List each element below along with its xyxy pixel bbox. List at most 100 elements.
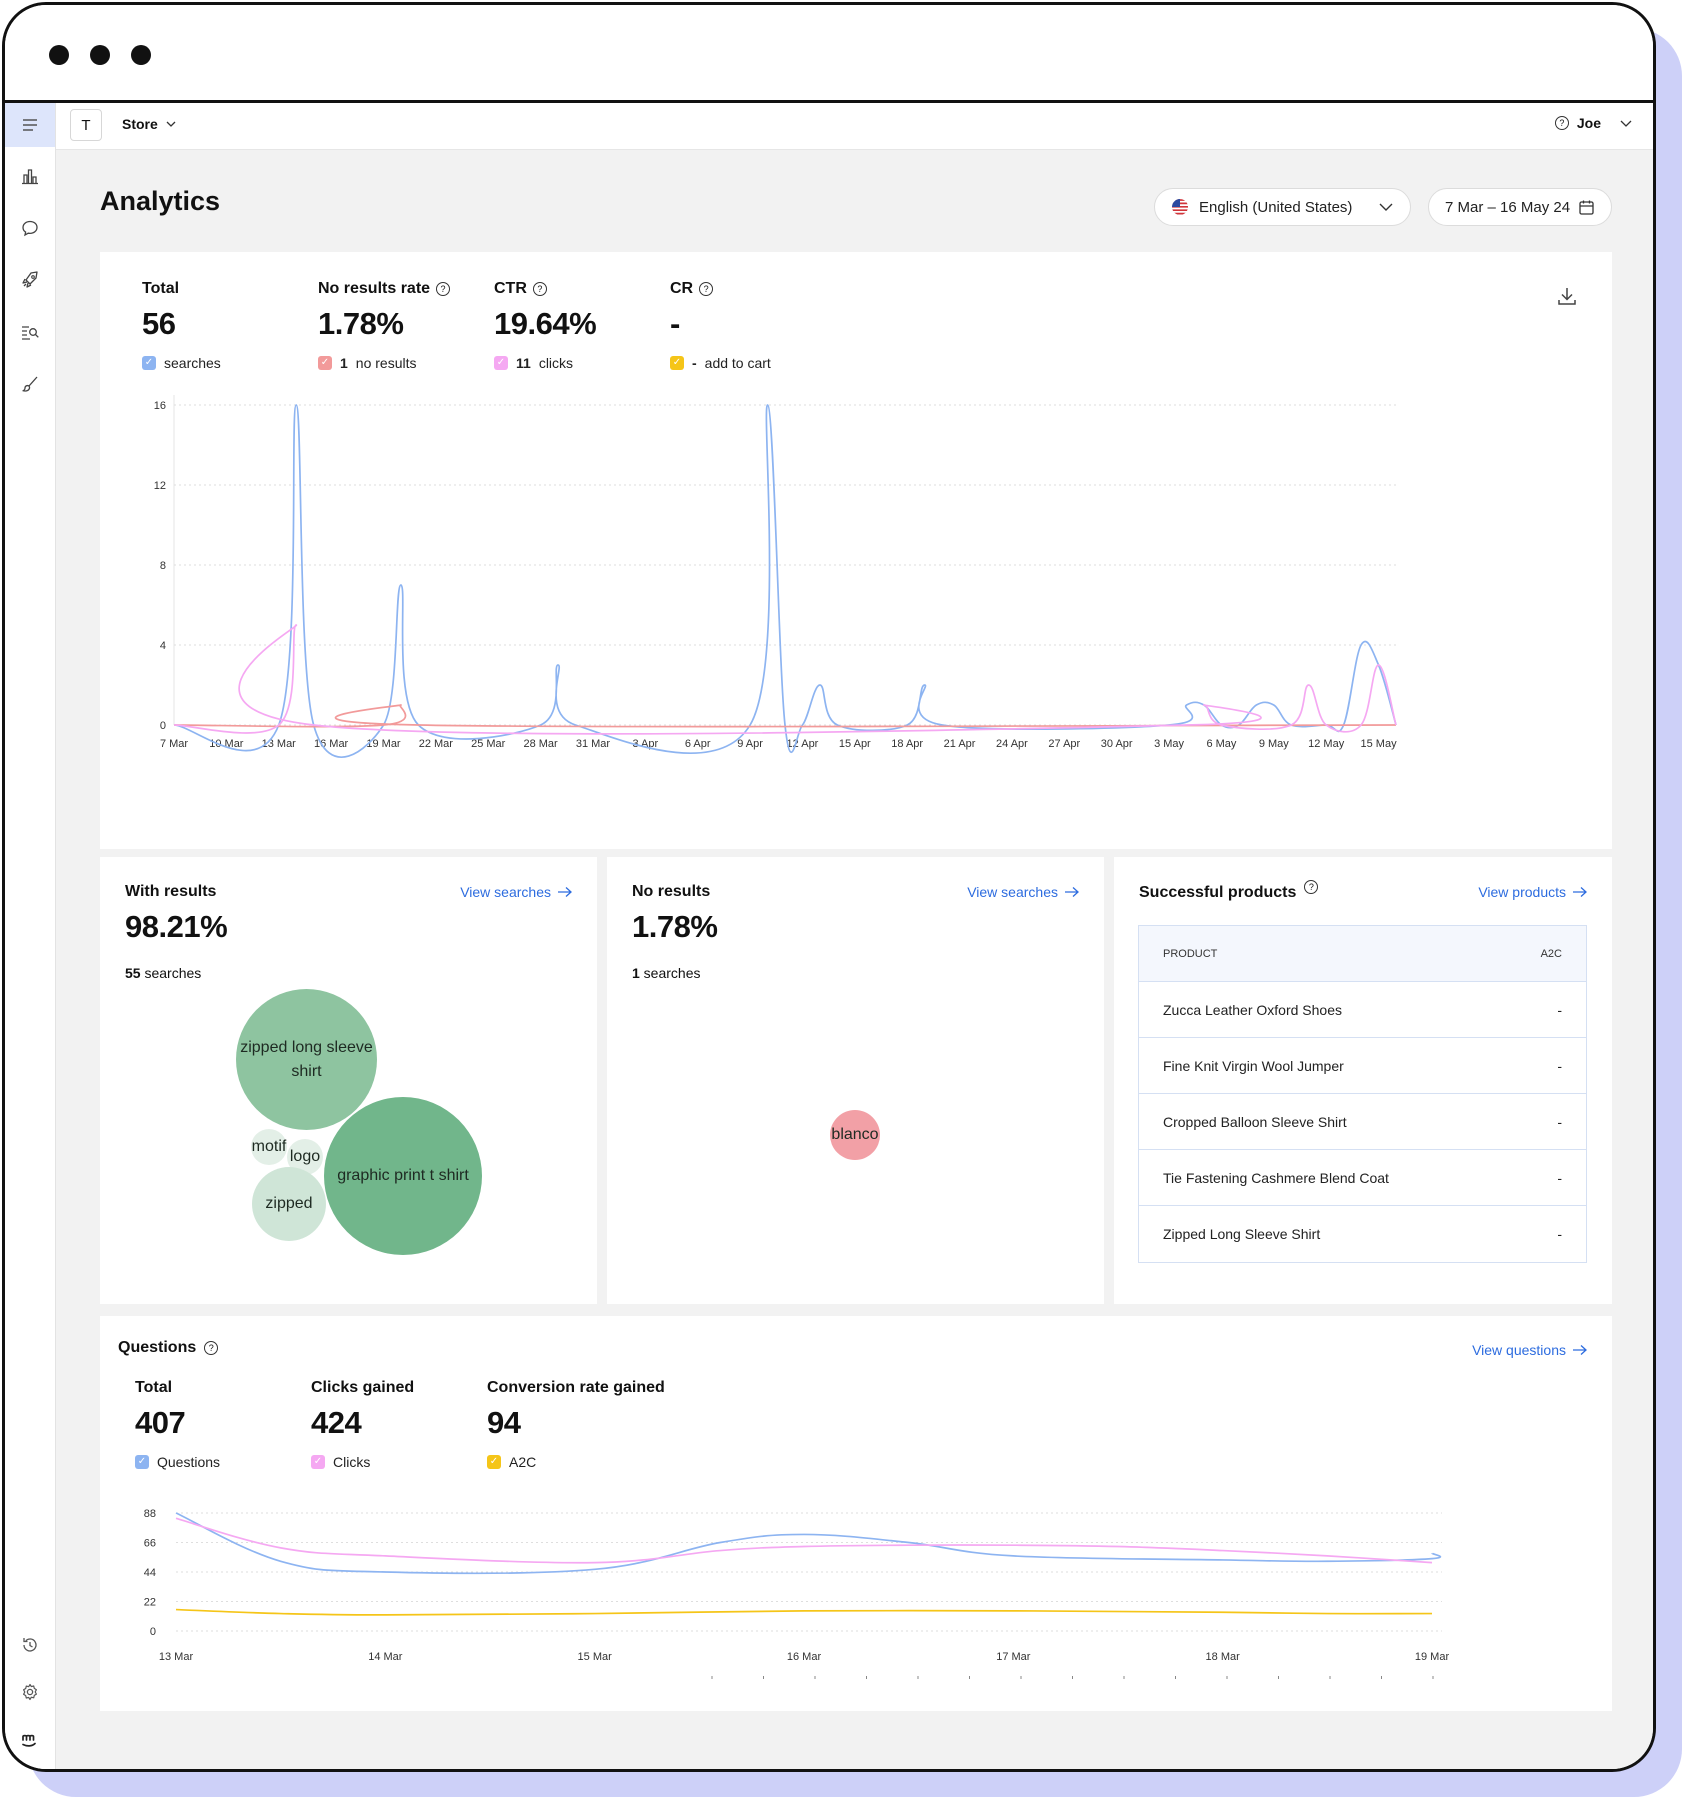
store-selector[interactable]: Store	[122, 116, 177, 132]
page-title: Analytics	[100, 186, 221, 216]
x-tick-label: 15 Apr	[839, 738, 871, 750]
product-name: Zipped Long Sleeve Shirt	[1163, 1226, 1321, 1242]
product-name: Zucca Leather Oxford Shoes	[1163, 1001, 1342, 1018]
view-searches-link[interactable]: View searches	[460, 884, 573, 900]
x-tick-label: 13 Mar	[159, 1651, 194, 1663]
x-tick-label: 9 Apr	[737, 738, 763, 750]
us-flag-icon	[1172, 199, 1188, 215]
gear-icon	[23, 1683, 37, 1701]
sidebar	[5, 103, 56, 1769]
x-tick-label: 17 Mar	[996, 1651, 1031, 1663]
help-icon[interactable]: ?	[1554, 116, 1569, 130]
card-title: Successful products	[1139, 884, 1297, 901]
x-tick-label: 16 Mar	[787, 1651, 822, 1663]
store-badge[interactable]: T	[70, 109, 102, 141]
product-a2c: -	[1557, 1226, 1562, 1242]
bubble-search-term[interactable]: blanco	[830, 1110, 880, 1160]
sidebar-item-search-insights[interactable]	[5, 310, 55, 354]
x-tick-label: 21 Apr	[944, 738, 976, 750]
brand-logo	[5, 1717, 55, 1761]
calendar-icon	[1579, 200, 1594, 215]
x-tick-label: 6 May	[1206, 738, 1236, 750]
x-tick-label: 12 May	[1308, 738, 1345, 750]
no-results-card: No results View searches 1.78% 1 searche…	[607, 857, 1104, 1304]
sidebar-item-design[interactable]	[5, 362, 55, 406]
card-count: 1	[632, 965, 640, 981]
table-row[interactable]: Zucca Leather Oxford Shoes -	[1139, 982, 1586, 1038]
y-tick-label: 88	[144, 1508, 156, 1520]
brush-icon	[22, 376, 38, 392]
card-count: 55	[125, 965, 141, 981]
y-tick-label: 4	[160, 640, 166, 652]
column-header-product[interactable]: PRODUCT	[1163, 948, 1217, 960]
arrow-right-icon	[1573, 887, 1587, 897]
table-row[interactable]: Zipped Long Sleeve Shirt -	[1139, 1206, 1586, 1262]
language-selector[interactable]: English (United States)	[1154, 188, 1411, 226]
bubble-search-term[interactable]: zipped	[252, 1167, 326, 1241]
view-products-link[interactable]: View products	[1478, 884, 1588, 900]
questions-card: Questions ? View questions Total 407 ✓ Q…	[100, 1316, 1612, 1711]
sidebar-item-questions[interactable]	[5, 206, 55, 250]
app-window: T Store ? Joe Analytics English (United …	[2, 2, 1656, 1772]
x-tick-label: 15 Mar	[578, 1651, 613, 1663]
y-tick-label: 0	[160, 720, 166, 732]
brand-logo-icon	[22, 1734, 36, 1747]
searches-overview-card: Total 56 ✓ searches No results rate ? 1.…	[100, 252, 1612, 849]
x-tick-label: 28 Mar	[523, 738, 558, 750]
x-tick-label: 15 May	[1361, 738, 1398, 750]
questions-line-chart: 0 22 44 66 88 13 Mar 14 Mar 15 Mar 16 Mar 17 Mar 1…	[144, 1508, 1449, 1679]
product-a2c: -	[1557, 1169, 1562, 1186]
product-name: Cropped Balloon Sleeve Shirt	[1163, 1113, 1347, 1130]
y-tick-label: 22	[144, 1597, 156, 1609]
x-tick-label: 18 Mar	[1206, 1651, 1241, 1663]
table-row[interactable]: Fine Knit Virgin Wool Jumper -	[1139, 1038, 1586, 1094]
column-header-a2c[interactable]: A2C	[1541, 948, 1562, 960]
product-a2c: -	[1557, 1001, 1562, 1018]
y-tick-label: 8	[160, 560, 166, 572]
table-row[interactable]: Cropped Balloon Sleeve Shirt -	[1139, 1094, 1586, 1150]
arrow-right-icon	[558, 887, 572, 897]
link-label: View searches	[460, 884, 551, 900]
product-a2c: -	[1557, 1057, 1562, 1074]
window-control-maximize[interactable]	[131, 45, 151, 65]
date-range-picker[interactable]: 7 Mar – 16 May 24	[1428, 188, 1612, 226]
product-name: Fine Knit Virgin Wool Jumper	[1163, 1057, 1344, 1074]
sidebar-item-history[interactable]	[5, 1623, 55, 1667]
sidebar-item-boost[interactable]	[5, 258, 55, 302]
history-icon	[23, 1638, 37, 1652]
view-searches-link[interactable]: View searches	[967, 884, 1080, 900]
chevron-down-icon	[166, 121, 176, 127]
date-range-label: 7 Mar – 16 May 24	[1445, 198, 1571, 216]
sidebar-item-settings[interactable]	[5, 1670, 55, 1714]
x-tick-label: 7 Mar	[160, 738, 188, 750]
bubble-search-term[interactable]: graphic print t shirt	[324, 1097, 482, 1255]
x-tick-label: 31 Mar	[576, 738, 611, 750]
bubble-search-term[interactable]: zipped long sleeve shirt	[236, 989, 377, 1130]
x-tick-label: 22 Mar	[419, 738, 454, 750]
window-control-close[interactable]	[49, 45, 69, 65]
card-count-row: 1 searches	[632, 965, 701, 981]
x-tick-label: 14 Mar	[368, 1651, 403, 1663]
x-tick-label: 30 Apr	[1101, 738, 1133, 750]
chevron-down-icon	[1620, 120, 1632, 127]
table-row[interactable]: Tie Fastening Cashmere Blend Coat -	[1139, 1150, 1586, 1206]
card-count-row: 55 searches	[125, 965, 201, 981]
user-menu[interactable]: ? Joe	[1554, 115, 1633, 131]
y-tick-label: 12	[154, 480, 166, 492]
arrow-right-icon	[1065, 887, 1079, 897]
y-tick-label: 16	[154, 400, 166, 412]
sidebar-item-analytics[interactable]	[5, 154, 55, 198]
chat-bubble-icon	[22, 220, 38, 237]
window-control-minimize[interactable]	[90, 45, 110, 65]
search-list-icon	[22, 326, 39, 340]
series-line	[173, 404, 1397, 758]
bubble-search-term[interactable]: motif	[251, 1129, 287, 1165]
user-name: Joe	[1576, 115, 1601, 131]
successful-products-card: Successful products ? View products PROD…	[1114, 857, 1612, 1304]
link-label: View products	[1478, 884, 1566, 900]
store-name: Store	[122, 116, 158, 132]
menu-toggle-button[interactable]	[5, 103, 55, 147]
rocket-icon	[22, 271, 38, 288]
searches-line-chart: 04812167 Mar 10 Mar 13 Mar 16 Mar 19 Mar 22 M…	[154, 395, 1398, 758]
help-icon[interactable]: ?	[1304, 880, 1319, 894]
